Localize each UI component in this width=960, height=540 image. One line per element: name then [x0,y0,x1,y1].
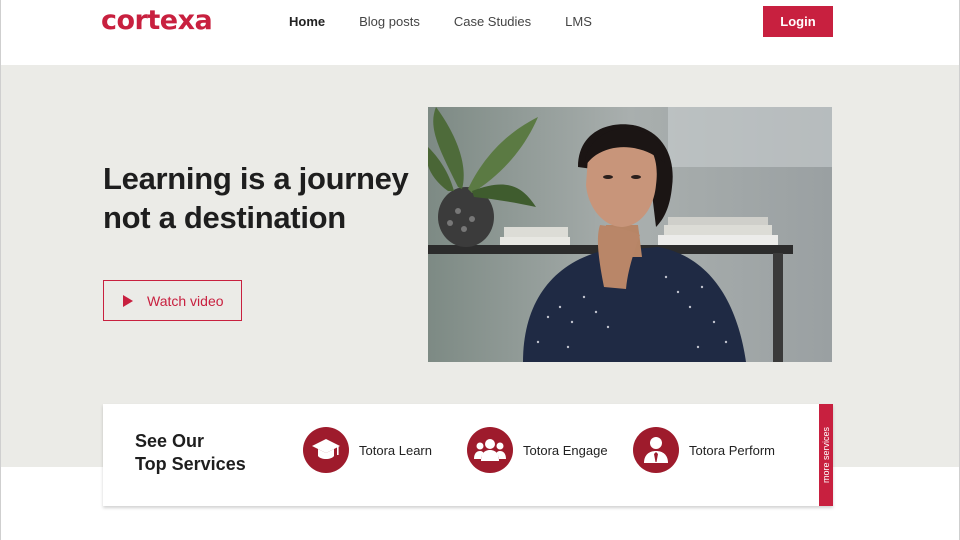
hero-photo [428,107,832,362]
main-nav: Home Blog posts Case Studies LMS [289,14,626,29]
service-label-perform: Totora Perform [689,442,775,458]
user-tie-icon [633,427,679,473]
hero-title-line-1: Learning is a journey [103,161,409,196]
nav-item-lms[interactable]: LMS [565,14,592,29]
graduation-cap-icon [303,427,349,473]
site-header: cortexa Home Blog posts Case Studies LMS… [1,0,959,65]
more-services-tab[interactable]: more services [819,404,833,506]
service-label-engage: Totora Engage [523,442,608,458]
play-icon [123,294,133,307]
service-label-learn: Totora Learn [359,442,432,458]
page: cortexa Home Blog posts Case Studies LMS… [0,0,960,540]
service-totora-perform[interactable]: Totora Perform [633,427,775,473]
services-title: See Our Top Services [135,430,246,476]
services-title-line-2: Top Services [135,454,246,474]
logo[interactable]: cortexa [101,5,213,36]
group-icon [467,427,513,473]
service-totora-engage[interactable]: Totora Engage [467,427,608,473]
hero-title: Learning is a journey not a destination [103,159,423,237]
hero-title-line-2: not a destination [103,200,346,235]
hero-photo-illustration [428,107,832,362]
service-totora-learn[interactable]: Totora Learn [303,427,432,473]
watch-video-label: Watch video [147,292,224,309]
nav-item-case-studies[interactable]: Case Studies [454,14,531,29]
more-services-label: more services [821,426,832,484]
watch-video-button[interactable]: Watch video [103,280,242,321]
login-button[interactable]: Login [763,6,833,37]
nav-item-home[interactable]: Home [289,14,325,29]
nav-item-blog-posts[interactable]: Blog posts [359,14,420,29]
services-card: See Our Top Services Totora Learn Totora… [103,404,833,506]
services-title-line-1: See Our [135,431,205,451]
